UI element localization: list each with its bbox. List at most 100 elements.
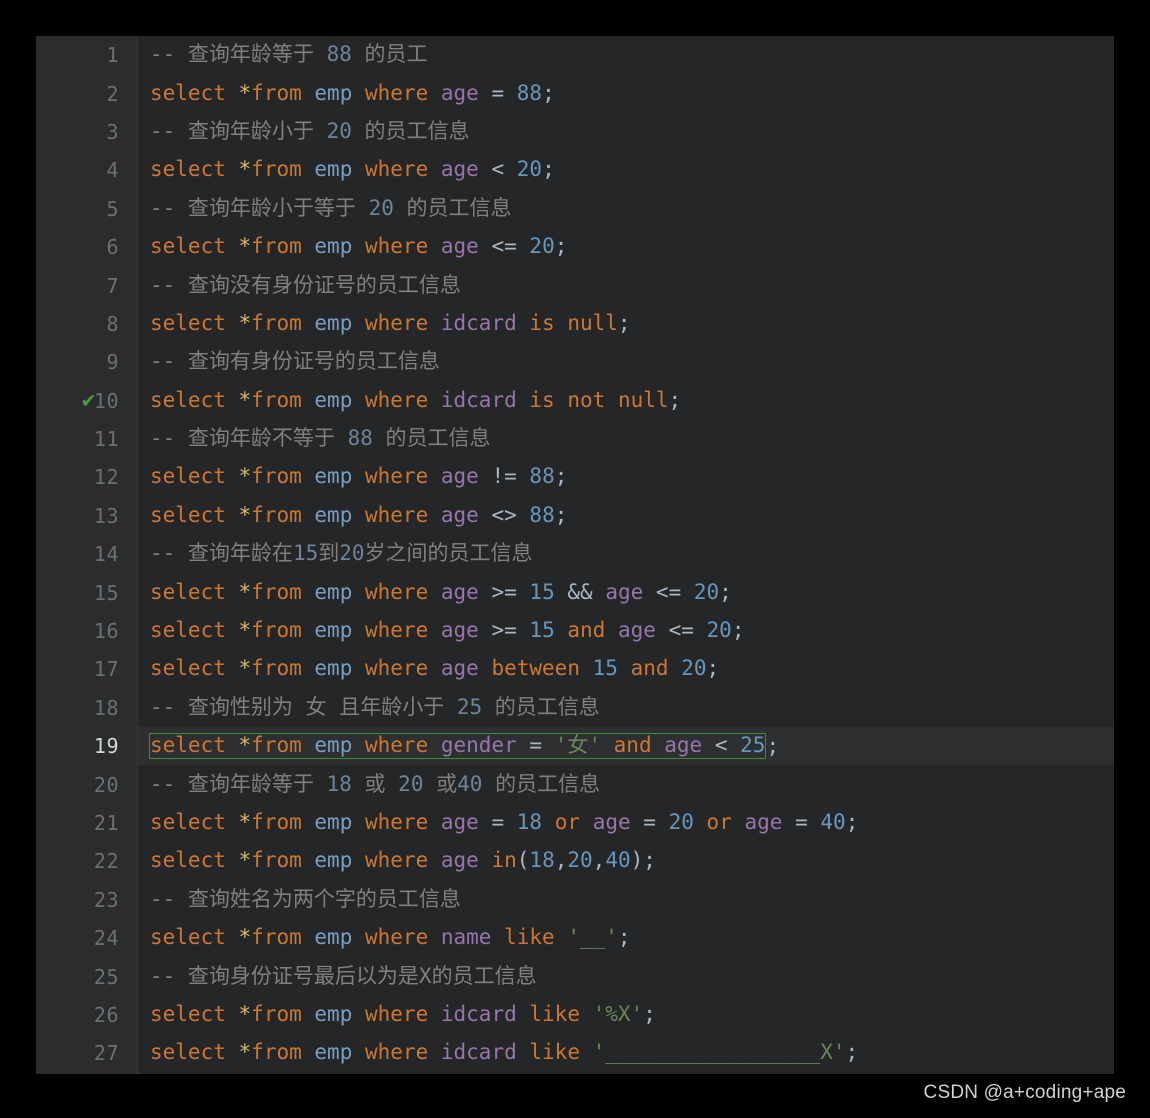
code-line[interactable]: select *from emp where age between 15 an… xyxy=(138,650,1114,688)
line-number: 14 xyxy=(93,542,119,567)
line-number: 5 xyxy=(106,196,119,221)
line-number: 8 xyxy=(106,311,119,336)
line-content: select *from emp where age <> 88; xyxy=(150,502,568,527)
editor-gutter[interactable]: 1 2 3 4 5 6 7 8 9 10 ✔ 11 12 13 14 15 16 17 18 19 20 21 22 23 24… xyxy=(36,36,138,1074)
code-line[interactable]: select *from emp where idcard is not nul… xyxy=(138,382,1114,420)
gutter-line-1[interactable]: 1 xyxy=(36,36,137,74)
line-number: 21 xyxy=(93,811,119,835)
line-content: select *from emp where age < 20; xyxy=(150,157,555,182)
line-content: select *from emp where age <= 20; xyxy=(150,234,568,259)
code-line[interactable]: select *from emp where age >= 15 && age … xyxy=(138,573,1114,611)
code-line[interactable]: select *from emp where age in(18,20,40); xyxy=(138,842,1114,880)
gutter-line-17[interactable]: 17 xyxy=(36,650,137,688)
line-content: select *from emp where age >= 15 and age… xyxy=(150,618,745,643)
statement-terminator: ; xyxy=(766,733,780,758)
line-content: -- 查询身份证号最后以为是X的员工信息 xyxy=(150,963,537,988)
line-number: 13 xyxy=(93,503,119,528)
gutter-line-24[interactable]: 24 xyxy=(36,919,137,957)
code-comment-line[interactable]: -- 查询姓名为两个字的员工信息 xyxy=(138,881,1114,919)
gutter-line-16[interactable]: 16 xyxy=(36,612,137,650)
editor-code-area[interactable]: -- 查询年龄等于 88 的员工 select *from emp where a… xyxy=(138,36,1114,1074)
code-comment-line[interactable]: -- 查询身份证号最后以为是X的员工信息 xyxy=(138,957,1114,995)
line-number: 3 xyxy=(106,119,119,144)
code-line[interactable]: select *from emp where age = 88; xyxy=(138,74,1114,112)
code-comment-line[interactable]: -- 查询年龄等于 18 或 20 或40 的员工信息 xyxy=(138,765,1114,803)
line-content: -- 查询性别为 女 且年龄小于 25 的员工信息 xyxy=(150,694,600,719)
line-content: -- 查询没有身份证号的员工信息 xyxy=(150,272,461,297)
line-content: select *from emp where age >= 15 && age … xyxy=(150,579,732,604)
line-number: 7 xyxy=(106,273,119,298)
line-number: 15 xyxy=(93,580,119,605)
line-content: -- 查询有身份证号的员工信息 xyxy=(150,349,440,374)
code-comment-line[interactable]: -- 查询有身份证号的员工信息 xyxy=(138,343,1114,381)
gutter-line-27[interactable]: 27 xyxy=(36,1034,137,1072)
line-content: select *from emp where age = 88; xyxy=(150,80,555,105)
gutter-line-6[interactable]: 6 xyxy=(36,228,137,266)
gutter-line-23[interactable]: 23 xyxy=(36,881,137,919)
code-comment-line[interactable]: -- 查询年龄小于 20 的员工信息 xyxy=(138,113,1114,151)
line-number: 19 xyxy=(93,734,119,759)
gutter-line-10[interactable]: 10 ✔ xyxy=(36,382,137,420)
line-number: 26 xyxy=(93,1002,119,1027)
line-number: 27 xyxy=(93,1041,119,1066)
code-comment-line[interactable]: -- 查询年龄在15到20岁之间的员工信息 xyxy=(138,535,1114,573)
gutter-line-26[interactable]: 26 xyxy=(36,996,137,1034)
line-number: 6 xyxy=(106,235,119,260)
code-line[interactable]: select *from emp where age < 20; xyxy=(138,151,1114,189)
gutter-line-7[interactable]: 7 xyxy=(36,266,137,304)
line-number: 12 xyxy=(93,465,119,490)
code-line[interactable]: select *from emp where gender = '女' and … xyxy=(138,727,1114,766)
green-check-icon[interactable]: ✔ xyxy=(82,389,95,412)
line-content: select *from emp where age between 15 an… xyxy=(150,656,720,681)
code-line[interactable]: select *from emp where idcard is null; xyxy=(138,305,1114,343)
line-number: 17 xyxy=(93,657,119,682)
code-comment-line[interactable]: -- 查询年龄等于 88 的员工 xyxy=(138,36,1114,74)
gutter-line-13[interactable]: 13 xyxy=(36,497,137,535)
code-line[interactable]: select *from emp where age != 88; xyxy=(138,458,1114,496)
code-line[interactable]: select *from emp where age <> 88; xyxy=(138,497,1114,535)
line-content: select *from emp where age in(18,20,40); xyxy=(150,848,656,873)
gutter-line-3[interactable]: 3 xyxy=(36,113,137,151)
gutter-line-2[interactable]: 2 xyxy=(36,74,137,112)
code-line[interactable]: select *from emp where age >= 15 and age… xyxy=(138,612,1114,650)
line-number: 25 xyxy=(93,964,119,989)
code-line[interactable]: select *from emp where age = 18 or age =… xyxy=(138,804,1114,842)
gutter-line-18[interactable]: 18 xyxy=(36,689,137,727)
line-content: -- 查询年龄小于 20 的员工信息 xyxy=(150,118,470,143)
code-comment-line[interactable]: -- 查询年龄小于等于 20 的员工信息 xyxy=(138,190,1114,228)
line-number: 4 xyxy=(106,158,119,183)
line-content: -- 查询年龄小于等于 20 的员工信息 xyxy=(150,195,512,220)
gutter-line-5[interactable]: 5 xyxy=(36,190,137,228)
gutter-line-11[interactable]: 11 xyxy=(36,420,137,458)
gutter-line-9[interactable]: 9 xyxy=(36,343,137,381)
line-content: -- 查询姓名为两个字的员工信息 xyxy=(150,886,461,911)
code-comment-line[interactable]: -- 查询没有身份证号的员工信息 xyxy=(138,266,1114,304)
line-number: 11 xyxy=(93,427,119,452)
gutter-line-19[interactable]: 19 xyxy=(36,727,137,765)
code-comment-line[interactable]: -- 查询性别为 女 且年龄小于 25 的员工信息 xyxy=(138,689,1114,727)
selected-statement: select *from emp where gender = '女' and … xyxy=(149,733,767,760)
csdn-watermark: CSDN @a+coding+ape xyxy=(923,1082,1126,1103)
gutter-line-15[interactable]: 15 xyxy=(36,573,137,611)
gutter-line-21[interactable]: 21 xyxy=(36,804,137,842)
line-number: 2 xyxy=(106,81,119,106)
line-content: select *from emp where idcard like '____… xyxy=(150,1040,859,1065)
line-content: select *from emp where age != 88; xyxy=(150,464,568,489)
line-content: -- 查询年龄在15到20岁之间的员工信息 xyxy=(150,541,533,566)
gutter-line-25[interactable]: 25 xyxy=(36,957,137,995)
code-line[interactable]: select *from emp where idcard like '____… xyxy=(138,1034,1114,1072)
code-line[interactable]: select *from emp where idcard like '%X'; xyxy=(138,996,1114,1034)
gutter-line-20[interactable]: 20 xyxy=(36,765,137,803)
code-comment-line[interactable]: -- 查询年龄不等于 88 的员工信息 xyxy=(138,420,1114,458)
line-number: 16 xyxy=(93,619,119,644)
gutter-line-4[interactable]: 4 xyxy=(36,151,137,189)
code-line[interactable]: select *from emp where age <= 20; xyxy=(138,228,1114,266)
gutter-line-14[interactable]: 14 xyxy=(36,535,137,573)
gutter-line-12[interactable]: 12 xyxy=(36,458,137,496)
line-number: 22 xyxy=(93,849,119,874)
code-editor[interactable]: 1 2 3 4 5 6 7 8 9 10 ✔ 11 12 13 14 15 16 17 18 19 20 21 22 23 24… xyxy=(36,36,1114,1074)
gutter-line-22[interactable]: 22 xyxy=(36,842,137,880)
line-content: select *from emp where idcard like '%X'; xyxy=(150,1001,656,1026)
code-line[interactable]: select *from emp where name like '__'; xyxy=(138,919,1114,957)
gutter-line-8[interactable]: 8 xyxy=(36,305,137,343)
